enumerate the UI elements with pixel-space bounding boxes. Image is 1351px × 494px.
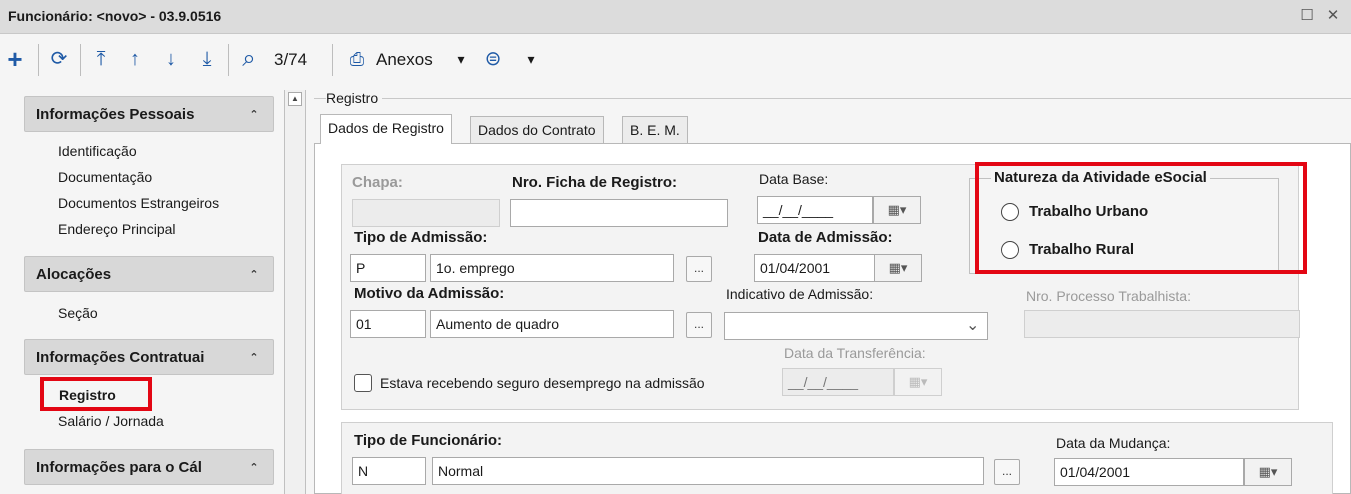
group-title: Registro [326,90,383,106]
tipo-admissao-code-field[interactable]: P [350,254,426,282]
collapse-icon[interactable]: ⌃ [245,106,263,124]
sidebar-section-informacoes-calculo[interactable]: Informações para o Cál ⌃ [24,449,274,485]
database-icon[interactable]: ⊜ [482,48,504,70]
tipo-admissao-lookup-button[interactable]: ... [686,256,712,282]
chevron-down-icon[interactable]: ▾ [520,48,542,70]
sidebar-item-identificacao[interactable]: Identificação [58,143,137,159]
tipo-funcionario-label: Tipo de Funcionário: [354,432,503,449]
data-transferencia-label: Data da Transferência: [784,345,926,361]
calendar-icon[interactable]: ▦▾ [873,196,921,224]
tab-dados-do-contrato[interactable]: Dados do Contrato [470,116,604,144]
group-divider [314,98,1351,99]
section-title: Alocações [36,266,112,283]
data-mudanca-label: Data da Mudança: [1056,435,1171,451]
previous-record-icon[interactable]: ↑ [124,48,146,70]
first-record-icon[interactable]: ⤒ [90,48,112,70]
tipo-funcionario-code-field[interactable]: N [352,457,426,485]
tab-panel: Chapa: Nro. Ficha de Registro: Data Base… [314,143,1351,494]
sidebar-item-secao[interactable]: Seção [58,305,98,321]
collapse-icon[interactable]: ⌃ [245,349,263,367]
toolbar: + ⟳ ⤒ ↑ ↓ ⤓ ⌕ 3/74 ⎙ Anexos ▾ ⊜ ▾ [0,34,1351,86]
calendar-icon[interactable]: ▦▾ [874,254,922,282]
chevron-down-icon[interactable]: ▾ [450,48,472,70]
data-transferencia-field: __/__/____ [782,368,894,396]
add-icon[interactable]: + [4,46,26,72]
scroll-up-icon[interactable]: ▲ [288,92,302,106]
attachments-button[interactable]: Anexos [376,50,433,70]
indicativo-admissao-select[interactable] [724,312,988,340]
data-base-field[interactable]: __/__/____ [757,196,873,224]
chapa-label: Chapa: [352,174,403,191]
motivo-admissao-desc-field: Aumento de quadro [430,310,674,338]
toolbar-divider [38,44,39,76]
collapse-icon[interactable]: ⌃ [245,266,263,284]
motivo-admissao-lookup-button[interactable]: ... [686,312,712,338]
sidebar: Informações Pessoais ⌃ Identificação Doc… [0,86,282,494]
seguro-desemprego-checkbox[interactable] [354,374,372,392]
toolbar-divider [332,44,333,76]
ficha-label: Nro. Ficha de Registro: [512,174,678,191]
refresh-icon[interactable]: ⟳ [48,48,70,70]
motivo-admissao-label: Motivo da Admissão: [354,285,505,302]
collapse-icon[interactable]: ⌃ [245,459,263,477]
chapa-field [352,199,500,227]
sidebar-item-documentos-estrangeiros[interactable]: Documentos Estrangeiros [58,195,219,211]
sidebar-item-registro[interactable]: Registro [59,387,116,403]
section-title: Informações Pessoais [36,106,195,123]
processo-trabalhista-field [1024,310,1300,338]
title-bar: Funcionário: <novo> - 03.9.0516 ☐ ✕ [0,0,1351,34]
vertical-scrollbar[interactable]: ▲ [284,90,306,494]
record-counter: 3/74 [274,50,308,69]
indicativo-admissao-label: Indicativo de Admissão: [726,286,874,302]
data-admissao-field[interactable]: 01/04/2001 [754,254,876,282]
tab-dados-de-registro[interactable]: Dados de Registro [320,114,452,144]
maximize-icon[interactable]: ☐ [1297,6,1317,24]
section-title: Informações Contratuai [36,349,205,366]
calendar-icon: ▦▾ [894,368,942,396]
sidebar-section-alocacoes[interactable]: Alocações ⌃ [24,256,274,292]
close-icon[interactable]: ✕ [1323,6,1343,24]
sidebar-item-salario-jornada[interactable]: Salário / Jornada [58,413,164,429]
tipo-admissao-desc-field: 1o. emprego [430,254,674,282]
next-record-icon[interactable]: ↓ [160,48,182,70]
search-icon[interactable]: ⌕ [238,47,260,71]
motivo-admissao-code-field[interactable]: 01 [350,310,426,338]
sidebar-section-informacoes-pessoais[interactable]: Informações Pessoais ⌃ [24,96,274,132]
tipo-funcionario-lookup-button[interactable]: ... [994,459,1020,485]
section-title: Informações para o Cál [36,459,202,476]
calendar-icon[interactable]: ▦▾ [1244,458,1292,486]
highlight-box [975,162,1307,274]
seguro-desemprego-label: Estava recebendo seguro desemprego na ad… [380,375,705,391]
paperclip-icon[interactable]: ⎙ [346,48,368,70]
tipo-funcionario-desc-field: Normal [432,457,984,485]
data-base-label: Data Base: [759,171,829,187]
tab-bem[interactable]: B. E. M. [622,116,688,144]
toolbar-divider [228,44,229,76]
sidebar-item-endereco-principal[interactable]: Endereço Principal [58,221,176,237]
last-record-icon[interactable]: ⤓ [196,48,218,70]
data-admissao-label: Data de Admissão: [758,229,893,246]
toolbar-divider [80,44,81,76]
tipo-admissao-label: Tipo de Admissão: [354,229,488,246]
processo-trabalhista-label: Nro. Processo Trabalhista: [1026,288,1191,304]
ficha-field[interactable] [510,199,728,227]
chevron-down-icon[interactable]: ⌄ [966,315,979,335]
sidebar-section-informacoes-contratuais[interactable]: Informações Contratuai ⌃ [24,339,274,375]
window-title: Funcionário: <novo> - 03.9.0516 [8,8,222,24]
tipo-funcionario-panel: Tipo de Funcionário: N Normal ... Data d… [341,422,1333,494]
sidebar-item-documentacao[interactable]: Documentação [58,169,152,185]
main-content: Registro Dados de Registro Dados do Cont… [306,86,1351,494]
data-mudanca-field[interactable]: 01/04/2001 [1054,458,1244,486]
